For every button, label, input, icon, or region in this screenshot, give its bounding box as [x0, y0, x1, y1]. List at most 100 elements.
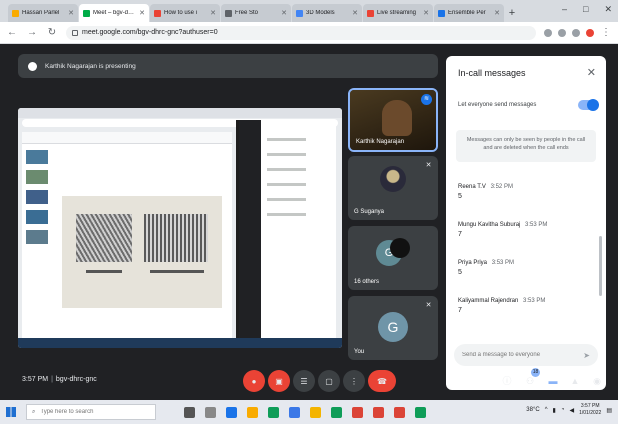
tab-close-icon[interactable]: ✕: [494, 9, 500, 17]
browser-tab[interactable]: Live streaming ✕: [363, 4, 433, 22]
url-field[interactable]: meet.google.com/bgv-dhrc-gnc?authuser=0: [66, 25, 536, 40]
let-everyone-send-toggle[interactable]: [578, 99, 599, 111]
browser-tab[interactable]: How to use i ✕: [150, 4, 220, 22]
slide-thumbnail: [26, 230, 48, 244]
browser-tab[interactable]: 3D Models ✕: [292, 4, 362, 22]
tab-close-icon[interactable]: ✕: [352, 9, 358, 17]
messages-toggle-row: Let everyone send messages: [458, 99, 599, 111]
tab-close-icon[interactable]: ✕: [210, 9, 216, 17]
minimize-button[interactable]: –: [562, 4, 567, 15]
clock-date: 1/01/2022: [579, 410, 602, 416]
tray-chevron-icon[interactable]: ^: [545, 407, 548, 413]
tab-favicon-icon: [154, 9, 161, 17]
app-icon[interactable]: [415, 406, 426, 418]
battery-icon[interactable]: ▮: [553, 407, 556, 414]
shared-chat-line: [267, 198, 306, 201]
chrome-icon[interactable]: [247, 406, 258, 418]
participant-tile-self[interactable]: G ✕ You: [348, 296, 438, 360]
browser-tab[interactable]: Hassan Parlel ✕: [8, 4, 78, 22]
taskbar-clock[interactable]: 3:57 PM 1/01/2022: [579, 403, 601, 417]
chat-icon[interactable]: ▬: [546, 374, 560, 388]
shared-browser-tabs: [18, 108, 342, 118]
mic-off-icon: ✕: [425, 162, 432, 169]
message-input[interactable]: [462, 352, 572, 358]
tab-close-icon[interactable]: ✕: [139, 9, 145, 17]
more-vert-icon: ⋮: [350, 376, 358, 386]
presenting-text: Karthik Nagarajan is presenting: [45, 62, 136, 70]
participant-tile[interactable]: ✕ G Suganya: [348, 156, 438, 220]
phone-hangup-icon: ☎: [377, 376, 387, 386]
camera-toggle-button[interactable]: ▣: [268, 370, 290, 392]
present-button[interactable]: ▢: [318, 370, 340, 392]
tab-title: Ensemble Per: [448, 10, 486, 16]
tab-favicon-icon: [225, 9, 232, 17]
presenter-icon: [28, 61, 37, 71]
message-text: 7: [458, 307, 462, 314]
extension-icon[interactable]: [572, 28, 580, 37]
app-icon[interactable]: [289, 406, 300, 418]
send-icon[interactable]: ➤: [583, 351, 590, 360]
forward-arrow-icon[interactable]: →: [26, 27, 38, 38]
reload-icon[interactable]: ↻: [46, 27, 58, 38]
task-view-icon[interactable]: [205, 406, 216, 418]
participant-tile-presenter[interactable]: ≋ Karthik Nagarajan: [348, 88, 438, 152]
browser-tab-active[interactable]: Meet – bgv-dhrc ✕: [79, 4, 149, 22]
tab-close-icon[interactable]: ✕: [281, 9, 287, 17]
edge-icon[interactable]: [226, 406, 237, 418]
maximize-button[interactable]: □: [583, 4, 588, 15]
mic-toggle-button[interactable]: ●: [243, 370, 265, 392]
new-tab-button[interactable]: +: [505, 4, 519, 22]
slide-image: [76, 214, 132, 262]
close-panel-button[interactable]: ✕: [587, 66, 596, 79]
chat-message: Priya Priya 3:53 PM 5: [458, 260, 598, 276]
app-icon[interactable]: [352, 406, 363, 418]
messages-notice: Messages can only be seen by people in t…: [456, 130, 596, 162]
shared-chat-line: [267, 138, 306, 141]
notification-icon[interactable]: ▤: [606, 407, 612, 414]
more-options-button[interactable]: ⋮: [343, 370, 365, 392]
message-sender: Priya Priya: [458, 260, 488, 266]
clock-time: 3:57 PM: [580, 403, 600, 409]
tab-close-icon[interactable]: ✕: [423, 9, 429, 17]
weather-text[interactable]: 38°C: [526, 407, 539, 413]
volume-icon[interactable]: ◀: [569, 407, 574, 414]
captions-icon: ☰: [300, 376, 308, 386]
browser-tab[interactable]: Ensemble Per ✕: [434, 4, 504, 22]
browser-tab[interactable]: Free Sto ✕: [221, 4, 291, 22]
close-window-button[interactable]: ✕: [604, 4, 612, 15]
captions-button[interactable]: ☰: [293, 370, 315, 392]
leave-call-button[interactable]: ☎: [368, 370, 396, 392]
app-icon[interactable]: [331, 406, 342, 418]
profile-avatar-icon[interactable]: [586, 28, 594, 37]
slide-thumbnail: [26, 190, 48, 204]
meet-control-bar: 3:57 PM | bgv-dhrc-gnc ● ▣ ☰ ▢ ⋮ ☎ ⓘ ⚇ 18 …: [0, 362, 618, 400]
participant-count-badge: 18: [531, 368, 540, 377]
browser-menu-icon[interactable]: ⋮: [600, 27, 612, 38]
extension-icon[interactable]: [558, 28, 566, 37]
host-controls-icon[interactable]: ◉: [590, 374, 604, 388]
tab-favicon-icon: [83, 9, 90, 17]
app-icon[interactable]: [394, 406, 405, 418]
extension-icon[interactable]: [544, 28, 552, 37]
back-arrow-icon[interactable]: ←: [6, 27, 18, 38]
app-icon[interactable]: [373, 406, 384, 418]
taskbar-search-input[interactable]: [40, 409, 141, 415]
slide-thumbnail: [26, 170, 48, 184]
participant-tile-others[interactable]: G 16 others: [348, 226, 438, 290]
activities-icon[interactable]: ▲: [568, 374, 582, 388]
panel-scrollbar[interactable]: [599, 236, 602, 296]
participant-name: G Suganya: [354, 209, 385, 215]
wifi-icon[interactable]: ◔: [561, 407, 565, 413]
message-time: 3:53 PM: [491, 260, 515, 266]
windows-start-icon[interactable]: [6, 407, 16, 417]
message-time: 3:53 PM: [523, 298, 546, 304]
folder-icon[interactable]: [310, 406, 321, 418]
shared-taskbar: [18, 338, 342, 348]
system-tray: 38°C ^ ▮ ◔ ◀ 3:57 PM 1/01/2022 ▤: [526, 403, 612, 417]
store-icon[interactable]: [268, 406, 279, 418]
cortana-icon[interactable]: [184, 406, 195, 418]
taskbar-search[interactable]: ⌕: [26, 404, 156, 420]
tab-close-icon[interactable]: ✕: [68, 9, 74, 17]
info-icon[interactable]: ⓘ: [500, 374, 514, 388]
lock-icon: [72, 29, 78, 36]
